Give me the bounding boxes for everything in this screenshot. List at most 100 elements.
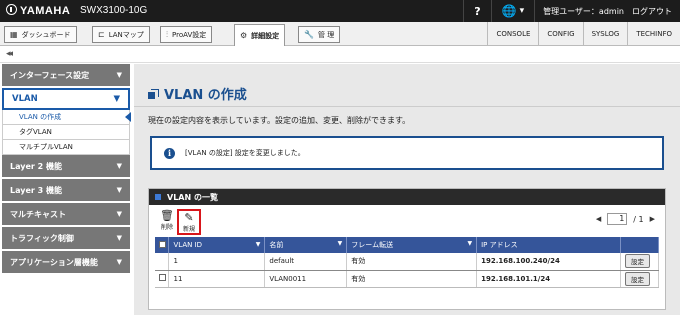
main-content: VLAN の作成 現在の設定内容を表示しています。設定の追加、変更、削除ができま…: [134, 64, 680, 315]
col-header-label: 名前: [269, 241, 284, 249]
tab-management[interactable]: 🔧 管 理: [298, 26, 341, 43]
panel-marker-icon: [155, 194, 161, 200]
prev-page-icon[interactable]: ◀: [596, 215, 601, 223]
table-row: 11 VLAN0011 有効 192.168.101.1/24 設定: [155, 270, 660, 288]
trash-icon: 🗑: [160, 209, 174, 222]
cell-action: 設定: [620, 253, 660, 271]
select-all-checkbox[interactable]: [159, 240, 166, 248]
chevron-down-icon: ▼: [116, 210, 122, 218]
select-all-cell: [155, 237, 170, 253]
col-vlan-id[interactable]: VLAN ID ▼: [168, 237, 266, 253]
sidebar-subitem-tag-vlan[interactable]: タグVLAN: [2, 125, 130, 140]
brand-logo: YAMAHA: [6, 4, 70, 17]
sidebar-item-label: トラフィック制御: [10, 233, 74, 243]
globe-icon: 🌐: [501, 4, 517, 18]
tab-proav[interactable]: ⫶ ProAV設定: [160, 26, 213, 43]
row-select-cell: [155, 270, 170, 288]
sidebar-item-interface[interactable]: インターフェース設定 ▼: [2, 64, 130, 88]
cell-name: VLAN0011: [264, 270, 348, 288]
row-settings-button[interactable]: 設定: [624, 271, 650, 286]
pager: ◀ 1 / 1 ▶: [596, 213, 655, 225]
config-link[interactable]: CONFIG: [538, 22, 582, 45]
chevron-down-icon: ▼: [113, 94, 120, 104]
col-name[interactable]: 名前 ▼: [264, 237, 348, 253]
tab-label: 詳細設定: [251, 31, 280, 40]
delete-button[interactable]: 🗑 削除: [155, 209, 179, 235]
chevron-down-icon: ▼: [116, 71, 122, 79]
brand-name: YAMAHA: [20, 5, 71, 17]
cell-forward: 有効: [346, 270, 478, 288]
page-total: / 1: [633, 214, 644, 224]
chevron-down-icon: ▼: [116, 258, 122, 266]
cell-vlan-id: 11: [168, 270, 266, 288]
chevron-down-icon: ▼: [116, 186, 122, 194]
col-forward[interactable]: フレーム転送 ▼: [346, 237, 478, 253]
row-settings-button[interactable]: 設定: [624, 254, 650, 269]
dashboard-icon: ▦: [10, 30, 18, 39]
cell-forward: 有効: [346, 253, 478, 271]
page-title: VLAN の作成: [148, 84, 247, 103]
cell-ip: 192.168.101.1/24: [476, 270, 621, 288]
col-header-label: VLAN ID: [173, 241, 203, 249]
wrench-icon: 🔧: [304, 30, 314, 39]
sidebar-item-application[interactable]: アプリケーション層機能 ▼: [2, 251, 130, 275]
info-message-text: [VLAN の設定] 設定を変更しました。: [185, 149, 305, 157]
info-message: i [VLAN の設定] 設定を変更しました。: [150, 136, 664, 170]
page-title-icon: [148, 88, 159, 99]
panel-header: VLAN の一覧: [149, 189, 665, 205]
user-label: 管理ユーザー：admin: [543, 6, 624, 16]
col-ip[interactable]: IP アドレス: [476, 237, 621, 253]
new-label: 新規: [182, 226, 195, 233]
new-button[interactable]: ✎ 新規: [177, 209, 201, 235]
sliders-icon: ⫶: [166, 29, 168, 39]
tab-label: ダッシュボード: [21, 30, 71, 39]
table-header-row: VLAN ID ▼ 名前 ▼ フレーム転送 ▼ IP アドレス: [155, 237, 660, 253]
next-page-icon[interactable]: ▶: [650, 215, 655, 223]
console-link[interactable]: CONSOLE: [487, 22, 538, 45]
chevron-down-icon: ▾: [519, 6, 525, 16]
language-button[interactable]: 🌐 ▾: [490, 0, 534, 22]
tab-dashboard[interactable]: ▦ ダッシュボード: [4, 26, 77, 43]
col-action: [620, 237, 660, 253]
yamaha-logo-icon: [6, 4, 17, 15]
sidebar-item-vlan[interactable]: VLAN ▼: [2, 88, 130, 110]
logout-link[interactable]: ログアウト: [632, 6, 672, 17]
delete-label: 削除: [160, 224, 173, 231]
sidebar-subitem-vlan-create[interactable]: VLAN の作成: [2, 110, 131, 125]
row-select-cell: [155, 253, 170, 271]
page-title-text: VLAN の作成: [164, 88, 247, 103]
tab-label: 管 理: [317, 30, 335, 39]
page-input[interactable]: 1: [607, 213, 628, 225]
syslog-link[interactable]: SYSLOG: [582, 22, 628, 45]
sidebar-subitem-multiple-vlan[interactable]: マルチプルVLAN: [2, 140, 130, 155]
main-nav: ▦ ダッシュボード ⊏ LANマップ ⫶ ProAV設定 ⚙ 詳細設定 🔧 管 理 CON…: [0, 22, 680, 46]
lan-map-icon: ⊏: [98, 30, 105, 39]
sidebar-item-traffic-control[interactable]: トラフィック制御 ▼: [2, 227, 130, 251]
sidebar-item-multicast[interactable]: マルチキャスト ▼: [2, 203, 130, 227]
gear-icon: ⚙: [240, 31, 248, 40]
divider: [134, 106, 680, 107]
vlan-list-panel: VLAN の一覧 🗑 削除 ✎ 新規 ◀ 1 / 1 ▶ VLAN ID ▼ 名前…: [148, 188, 666, 310]
sort-icon: ▼: [337, 240, 343, 247]
sidebar-item-layer3[interactable]: Layer 3 機能 ▼: [2, 179, 130, 203]
collapse-sidebar-button[interactable]: ◂◂: [6, 49, 13, 59]
sidebar-item-label: Layer 3 機能: [10, 185, 62, 195]
top-bar: YAMAHA SWX3100-10G ? 🌐 ▾ 管理ユーザー：admin ログア…: [0, 0, 680, 22]
help-button[interactable]: ?: [463, 0, 490, 22]
sidebar-item-layer2[interactable]: Layer 2 機能 ▼: [2, 155, 130, 179]
tab-advanced-settings[interactable]: ⚙ 詳細設定: [234, 24, 286, 46]
page-description: 現在の設定内容を表示しています。設定の追加、変更、削除ができます。: [148, 116, 411, 125]
vlan-table: VLAN ID ▼ 名前 ▼ フレーム転送 ▼ IP アドレス 1 default 有…: [155, 237, 660, 288]
tab-lan-map[interactable]: ⊏ LANマップ: [92, 26, 150, 43]
tab-label: LANマップ: [108, 30, 144, 39]
techinfo-link[interactable]: TECHINFO: [627, 22, 680, 45]
row-checkbox[interactable]: [159, 274, 166, 281]
cell-ip: 192.168.100.240/24: [476, 253, 621, 271]
sidebar-item-label: VLAN: [12, 94, 38, 104]
chevron-down-icon: ▼: [116, 162, 122, 170]
sidebar-item-label: アプリケーション層機能: [10, 257, 98, 267]
tab-label: ProAV設定: [172, 30, 207, 39]
sidebar: インターフェース設定 ▼ VLAN ▼ VLAN の作成 タグVLAN マルチプルV…: [0, 64, 132, 315]
col-header-label: フレーム転送: [351, 241, 394, 249]
panel-title: VLAN の一覧: [167, 192, 218, 202]
